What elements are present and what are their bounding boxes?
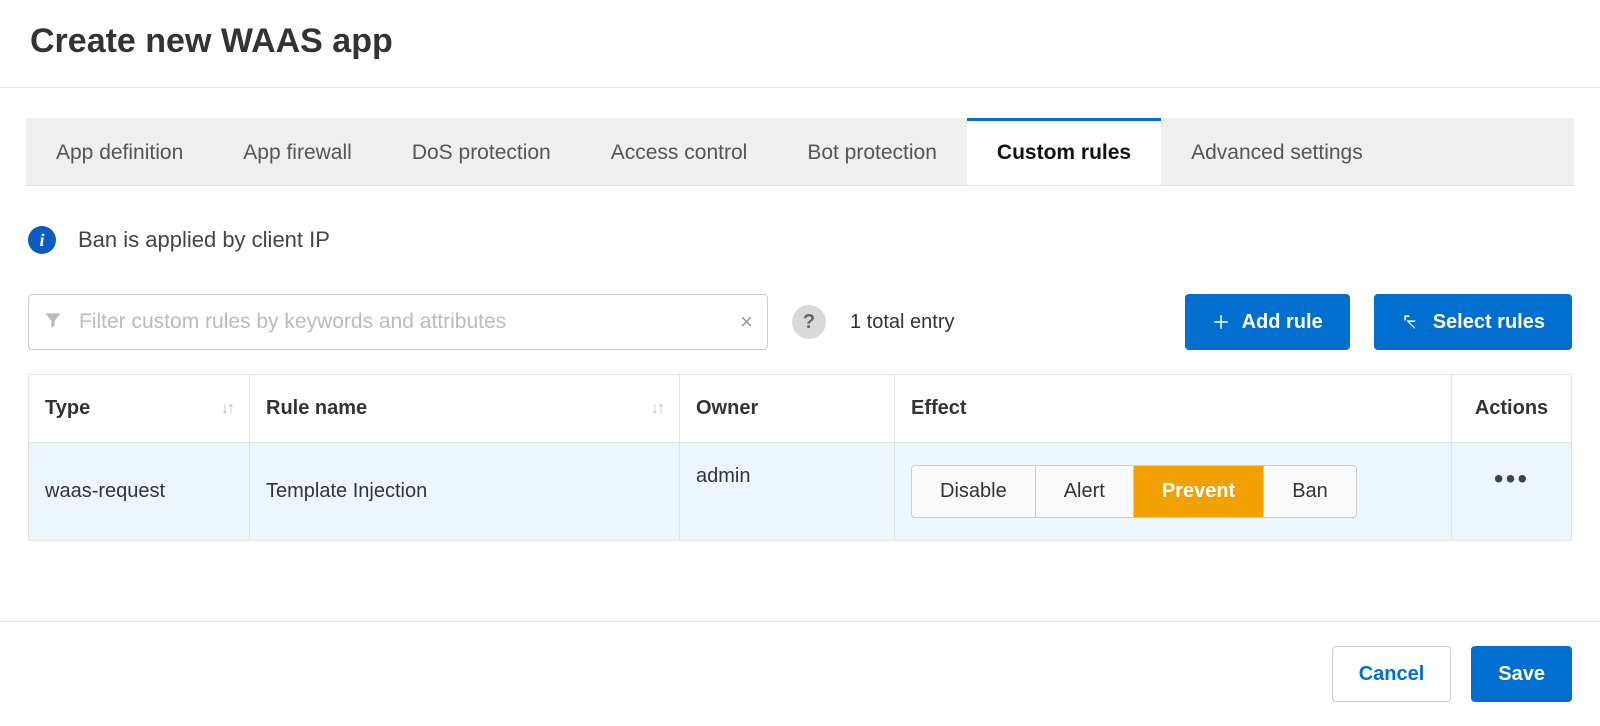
tab-custom-rules[interactable]: Custom rules [967, 118, 1161, 185]
tab-bot-protection[interactable]: Bot protection [777, 118, 967, 185]
col-header-rule-name[interactable]: Rule name ↓↑ [249, 375, 679, 442]
effect-option-alert[interactable]: Alert [1036, 466, 1134, 517]
tab-advanced-settings[interactable]: Advanced settings [1161, 118, 1393, 185]
tab-access-control[interactable]: Access control [581, 118, 778, 185]
tab-content: i Ban is applied by client IP × ? 1 tota… [0, 186, 1600, 571]
table-row[interactable]: waas-requestTemplate Injectionadmin Disab… [29, 443, 1571, 540]
row-actions-menu-icon[interactable]: ••• [1468, 465, 1555, 493]
effect-option-ban[interactable]: Ban [1264, 466, 1356, 517]
page-title: Create new WAAS app [30, 22, 1570, 61]
select-rules-button[interactable]: Select rules [1374, 294, 1572, 350]
cell-effect: DisableAlertPreventBan [894, 443, 1451, 540]
tab-bar: App definitionApp firewallDoS protection… [26, 118, 1574, 186]
cell-type: waas-request [29, 443, 249, 540]
select-rules-label: Select rules [1433, 311, 1545, 334]
sort-icon[interactable]: ↓↑ [221, 400, 233, 418]
cancel-button[interactable]: Cancel [1332, 646, 1452, 702]
tab-dos-protection[interactable]: DoS protection [382, 118, 581, 185]
info-icon: i [28, 226, 56, 254]
page-header: Create new WAAS app [0, 0, 1600, 88]
sort-icon[interactable]: ↓↑ [651, 400, 663, 418]
tab-app-firewall[interactable]: App firewall [213, 118, 382, 185]
info-text: Ban is applied by client IP [78, 227, 330, 253]
filter-icon [43, 310, 63, 335]
clear-filter-icon[interactable]: × [740, 309, 753, 335]
col-header-effect: Effect [894, 375, 1451, 442]
entry-count: 1 total entry [850, 311, 955, 334]
filter-box[interactable]: × [28, 294, 768, 350]
effect-option-prevent[interactable]: Prevent [1134, 466, 1264, 517]
cell-actions: ••• [1451, 443, 1571, 540]
tab-app-definition[interactable]: App definition [26, 118, 213, 185]
table-header-row: Type ↓↑ Rule name ↓↑ Owner Effect Action… [29, 375, 1571, 443]
add-rule-button[interactable]: Add rule [1185, 294, 1350, 350]
cell-rule-name: Template Injection [249, 443, 679, 540]
add-rule-label: Add rule [1242, 311, 1323, 334]
col-header-actions: Actions [1451, 375, 1571, 442]
save-button[interactable]: Save [1471, 646, 1572, 702]
col-header-type[interactable]: Type ↓↑ [29, 375, 249, 442]
toolbar: × ? 1 total entry Add rule Select rules [28, 294, 1572, 350]
select-rules-icon [1401, 312, 1421, 332]
info-banner: i Ban is applied by client IP [28, 226, 1572, 254]
effect-toggle-group: DisableAlertPreventBan [911, 465, 1357, 518]
footer: Cancel Save [0, 621, 1600, 726]
help-icon[interactable]: ? [792, 305, 826, 339]
col-header-owner[interactable]: Owner [679, 375, 894, 442]
cell-owner: admin [679, 443, 894, 540]
rules-table: Type ↓↑ Rule name ↓↑ Owner Effect Action… [28, 374, 1572, 541]
effect-option-disable[interactable]: Disable [912, 466, 1036, 517]
plus-icon [1212, 313, 1230, 331]
filter-input[interactable] [77, 309, 740, 335]
